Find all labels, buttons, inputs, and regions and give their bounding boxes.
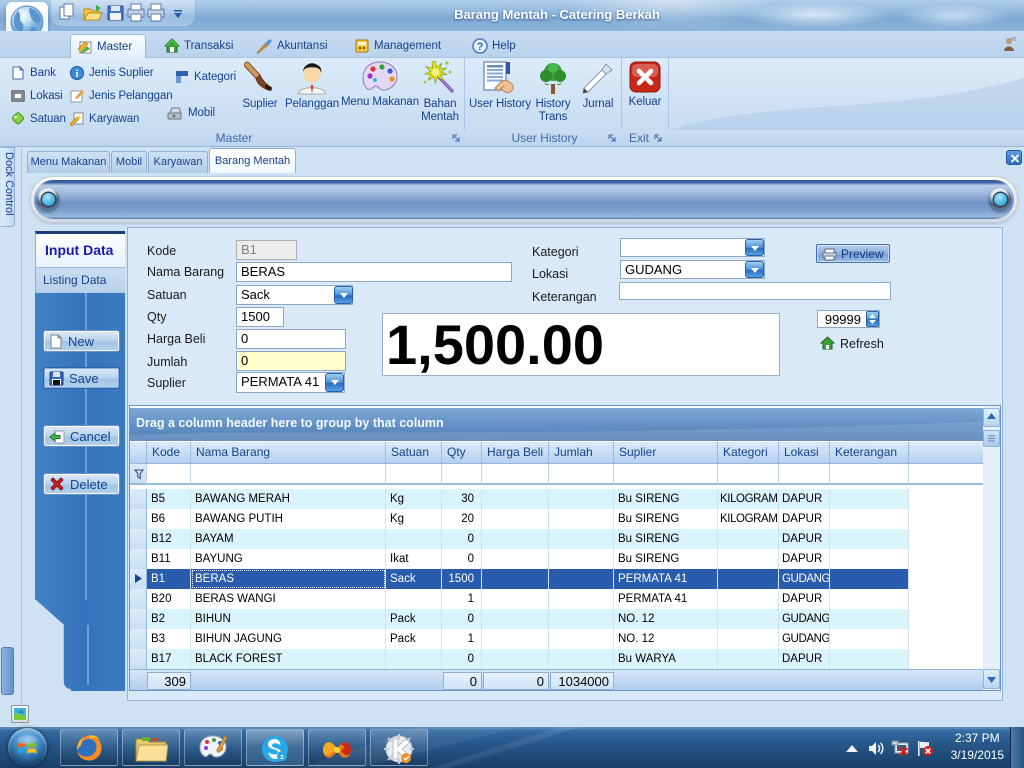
svg-text:?: ? [477,41,484,53]
svg-text:i: i [76,69,79,80]
svg-text:z: z [280,754,284,761]
